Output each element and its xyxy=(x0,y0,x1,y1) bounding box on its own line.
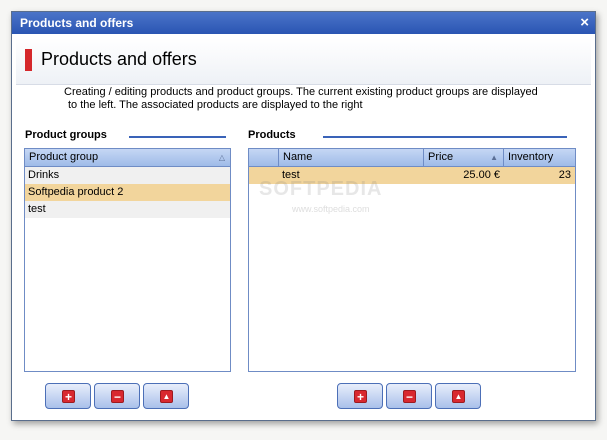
sort-arrow-icon: △ xyxy=(218,153,225,162)
minus-icon: − xyxy=(403,390,416,403)
page-header: Products and offers xyxy=(16,38,591,85)
minus-icon: − xyxy=(111,390,124,403)
product-inventory-cell: 23 xyxy=(558,169,571,181)
close-icon[interactable]: × xyxy=(580,14,589,31)
group-cell: Softpedia product 2 xyxy=(28,186,124,198)
column-header-name[interactable]: Name xyxy=(279,149,424,166)
column-label-product-group: Product group xyxy=(29,151,99,163)
add-product-button[interactable]: + xyxy=(337,383,383,409)
description-line-2: to the left. The associated products are… xyxy=(68,99,363,111)
remove-group-button[interactable]: − xyxy=(94,383,140,409)
watermark-url: www.softpedia.com xyxy=(292,204,370,214)
products-header: Name Price ▲ Inventory xyxy=(249,149,575,167)
column-header-indicator[interactable] xyxy=(249,149,279,166)
group-cell: test xyxy=(28,203,46,215)
arrow-up-icon: ▲ xyxy=(160,390,173,403)
plus-icon: + xyxy=(354,390,367,403)
table-row-selected[interactable]: Softpedia product 2 xyxy=(25,184,230,201)
page-title: Products and offers xyxy=(41,49,197,69)
description-line-1: Creating / editing products and product … xyxy=(64,86,538,98)
column-label-price: Price xyxy=(428,151,454,163)
product-groups-table[interactable]: Product group △ Drinks Softpedia product… xyxy=(24,148,231,372)
title-bar: Products and offers × xyxy=(12,12,595,34)
group-cell: Drinks xyxy=(28,169,60,181)
products-heading: Products xyxy=(248,129,296,141)
sort-arrow-icon: ▲ xyxy=(490,153,498,162)
description-text: Creating / editing products and product … xyxy=(64,86,544,112)
products-window: Products and offers × Products and offer… xyxy=(11,11,596,421)
header-accent-bar xyxy=(25,49,32,71)
arrow-up-icon: ▲ xyxy=(452,390,465,403)
remove-product-button[interactable]: − xyxy=(386,383,432,409)
table-row[interactable]: Drinks xyxy=(25,167,230,184)
table-row[interactable]: test xyxy=(25,201,230,218)
column-header-product-group[interactable]: Product group △ xyxy=(25,149,230,166)
plus-icon: + xyxy=(62,390,75,403)
product-groups-header: Product group △ xyxy=(25,149,230,167)
product-groups-heading: Product groups xyxy=(25,129,107,141)
watermark-text: SOFTPEDIA xyxy=(259,178,383,200)
group-button-bar: + − ▲ xyxy=(45,383,195,410)
column-header-price[interactable]: Price ▲ xyxy=(424,149,504,166)
window-title: Products and offers xyxy=(20,16,134,30)
column-header-inventory[interactable]: Inventory xyxy=(504,149,575,166)
move-product-up-button[interactable]: ▲ xyxy=(435,383,481,409)
product-groups-divider xyxy=(129,136,226,138)
move-group-up-button[interactable]: ▲ xyxy=(143,383,189,409)
product-button-bar: + − ▲ xyxy=(337,383,487,410)
add-group-button[interactable]: + xyxy=(45,383,91,409)
products-divider xyxy=(323,136,567,138)
product-price-cell: 25.00 € xyxy=(463,169,500,181)
